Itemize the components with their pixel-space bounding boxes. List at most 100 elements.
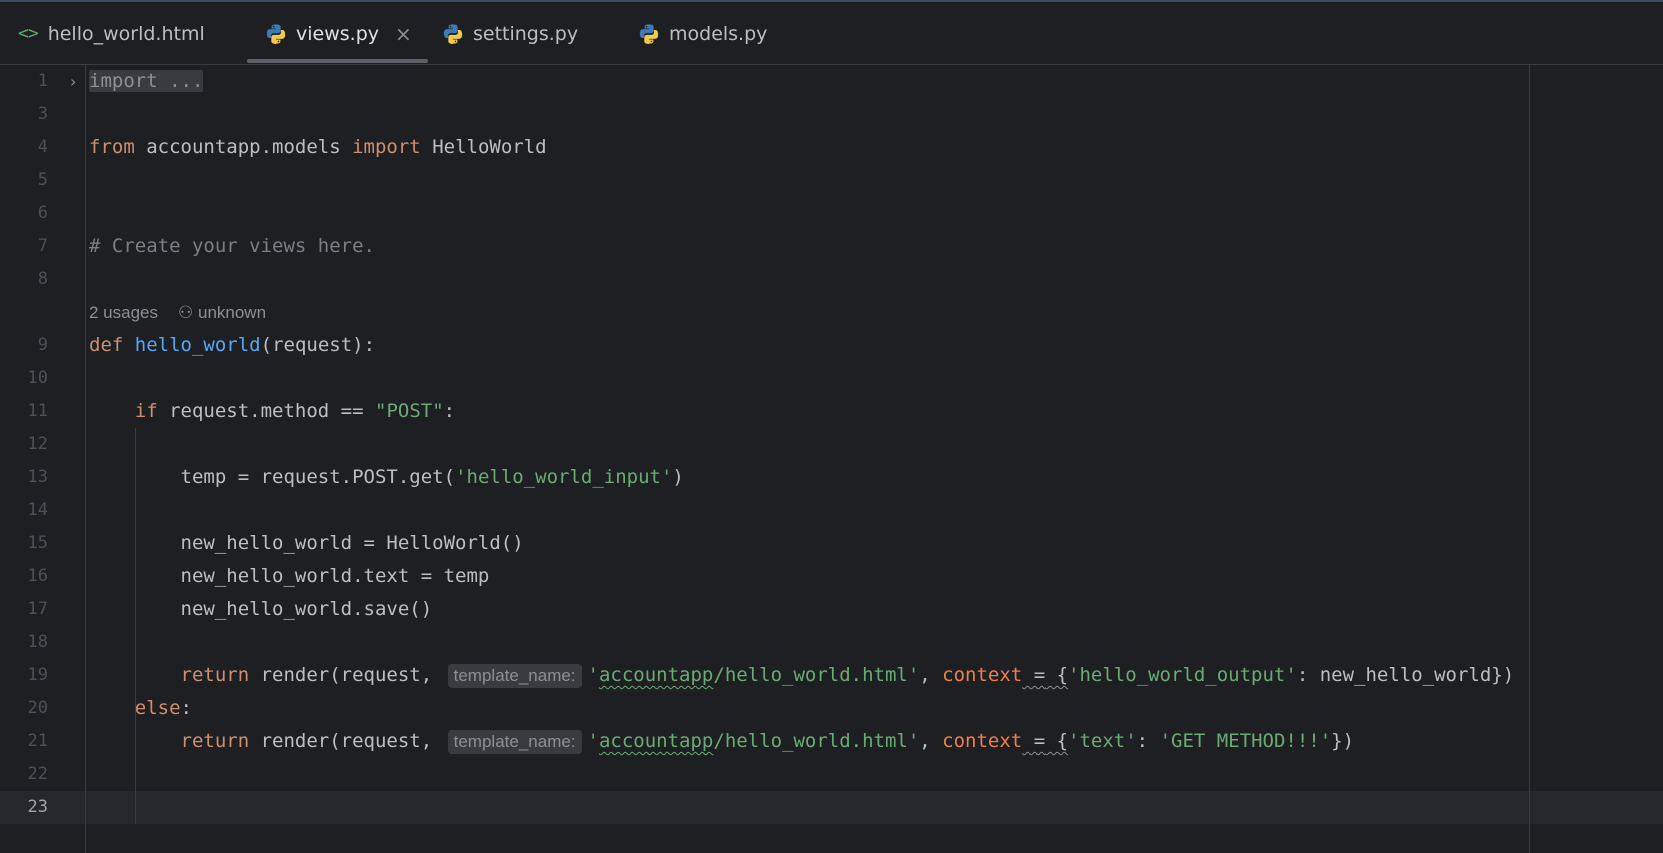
code-token: ,: [919, 730, 943, 752]
tab-settings-py[interactable]: settings.py: [442, 2, 578, 65]
code-token: {: [1045, 664, 1069, 686]
line-number: 10: [27, 368, 48, 388]
string-literal: ': [587, 730, 599, 752]
code-token: render(request,: [249, 730, 444, 752]
code-editor[interactable]: 1 3 4 5 6 7 8 9 10 11 12 13 14 15 16 17 …: [0, 65, 1663, 853]
code-lens: 2 usages ⚇ unknown: [89, 296, 266, 329]
code-token: :: [1136, 730, 1160, 752]
line-number: 14: [27, 500, 48, 520]
function-name: hello_world: [134, 334, 261, 356]
line-number: 11: [27, 401, 48, 421]
line-number: 1: [37, 71, 48, 91]
tab-models-py[interactable]: models.py: [638, 2, 767, 65]
code-token: new_hello_world.save(): [180, 598, 433, 620]
string-literal: 'GET METHOD!!!': [1159, 730, 1332, 752]
right-margin-guide: [1529, 65, 1530, 853]
keyword: def: [89, 334, 124, 356]
code-line: new_hello_world = HelloWorld(): [89, 527, 524, 560]
code-token: new_hello_world.text = temp: [180, 565, 490, 587]
line-number: 15: [27, 533, 48, 553]
string-literal: accountapp: [598, 730, 714, 752]
string-literal: 'hello_world_output': [1068, 664, 1297, 686]
code-token: accountapp.models: [134, 136, 353, 158]
code-token: new_hello_world = HelloWorld(): [180, 532, 524, 554]
line-number: 23: [27, 797, 48, 817]
tab-hello-world-html[interactable]: <> hello_world.html: [18, 2, 205, 65]
usages-link[interactable]: 2 usages: [89, 303, 158, 322]
code-token: =: [1022, 730, 1046, 752]
line-number: 22: [27, 764, 48, 784]
code-token: ,: [919, 664, 943, 686]
string-literal: 'text': [1068, 730, 1137, 752]
line-number: 6: [37, 203, 48, 223]
keyword: else: [134, 697, 181, 719]
tab-views-py[interactable]: views.py ×: [247, 2, 428, 65]
code-line: def hello_world(request):: [89, 329, 375, 362]
line-number: 9: [37, 335, 48, 355]
code-line: else:: [89, 692, 192, 725]
code-token: render(request,: [249, 664, 444, 686]
python-icon: [639, 23, 659, 44]
code-token: request.method ==: [157, 400, 375, 422]
line-number: 18: [27, 632, 48, 652]
code-token: =: [1022, 664, 1046, 686]
parameter-hint: template_name:: [447, 664, 582, 688]
code-line: from accountapp.models import HelloWorld: [89, 131, 547, 164]
code-token: : new_hello_world}): [1296, 664, 1515, 686]
line-number: 16: [27, 566, 48, 586]
line-number: 17: [27, 599, 48, 619]
tab-label: models.py: [669, 22, 768, 45]
code-token: }): [1331, 730, 1355, 752]
author-label[interactable]: unknown: [198, 303, 266, 322]
line-number: 20: [27, 698, 48, 718]
line-number: 21: [27, 731, 48, 751]
line-number: 13: [27, 467, 48, 487]
line-number: 12: [27, 434, 48, 454]
parameter-name: context: [942, 730, 1023, 752]
parameter-hint: template_name:: [447, 730, 582, 754]
person-icon: ⚇: [178, 303, 194, 322]
line-number: 7: [37, 236, 48, 256]
code-token: ): [672, 466, 684, 488]
code-token: temp = request.POST.get(: [180, 466, 456, 488]
code-token: (request):: [260, 334, 376, 356]
tab-label: views.py: [296, 22, 379, 45]
string-literal: 'hello_world_input': [455, 466, 673, 488]
line-number: 4: [37, 137, 48, 157]
close-icon[interactable]: ×: [395, 22, 412, 46]
line-number: 5: [37, 170, 48, 190]
string-literal: /hello_world.html': [713, 664, 920, 686]
string-literal: "POST": [375, 400, 444, 422]
line-number: 3: [37, 104, 48, 124]
code-token: :: [180, 697, 192, 719]
python-icon: [266, 23, 286, 44]
code-token: :: [443, 400, 456, 422]
string-literal: ': [587, 664, 599, 686]
keyword: return: [180, 730, 250, 752]
keyword: import: [352, 136, 421, 158]
string-literal: accountapp: [598, 664, 714, 686]
keyword: return: [180, 664, 250, 686]
code-line: new_hello_world.text = temp: [89, 560, 490, 593]
code-line: temp = request.POST.get('hello_world_inp…: [89, 461, 684, 494]
parameter-name: context: [942, 664, 1023, 686]
code-line: if request.method == "POST":: [89, 395, 455, 428]
line-number: 19: [27, 665, 48, 685]
code-token: {: [1045, 730, 1069, 752]
code-line: return render(request, template_name:'ac…: [89, 659, 1514, 692]
code-line: return render(request, template_name:'ac…: [89, 725, 1354, 758]
tab-label: settings.py: [473, 22, 579, 45]
keyword: from: [89, 136, 135, 158]
html-icon: <>: [18, 23, 39, 44]
code-comment: # Create your views here.: [89, 235, 375, 257]
fold-chevron-icon[interactable]: ›: [70, 65, 76, 98]
folded-imports[interactable]: import ...: [89, 70, 204, 92]
code-line: new_hello_world.save(): [89, 593, 433, 626]
editor-tab-bar: <> hello_world.html views.py × settings.…: [0, 2, 1663, 65]
string-literal: /hello_world.html': [713, 730, 920, 752]
gutter-divider: [85, 65, 86, 853]
python-icon: [443, 23, 463, 44]
code-token: HelloWorld: [420, 136, 547, 158]
code-line: import ...: [89, 65, 204, 98]
tab-label: hello_world.html: [47, 22, 205, 45]
